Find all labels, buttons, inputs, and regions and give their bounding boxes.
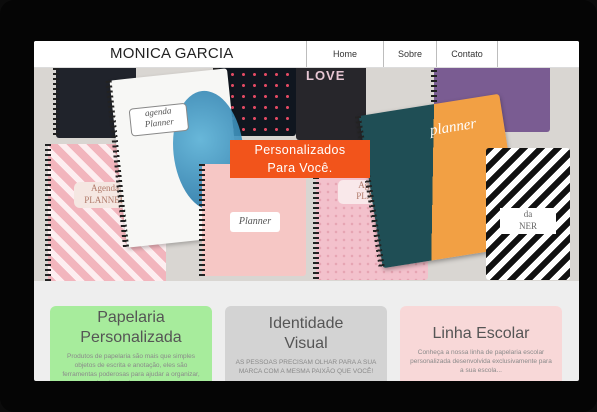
da-text: da — [523, 209, 533, 219]
nav-contato[interactable]: Contato — [436, 41, 498, 67]
site-header: MONICA GARCIA Home Sobre Contato — [34, 41, 579, 68]
planner-pink-label: Planner — [230, 212, 280, 232]
notebook-love: LOVE — [296, 68, 366, 140]
card-papelaria-title: Papelaria Personalizada — [80, 309, 182, 346]
brand-logo[interactable]: MONICA GARCIA — [110, 45, 233, 62]
card-escolar[interactable]: Linha Escolar Conheça a nossa linha de p… — [400, 306, 562, 381]
notebook-chevron: da NER — [486, 148, 570, 280]
browser-viewport: MONICA GARCIA Home Sobre Contato LOVE Ag… — [34, 41, 579, 381]
card-escolar-title: Linha Escolar — [432, 325, 530, 342]
hero-title: Personalizados Para Você. — [230, 140, 370, 178]
love-label: LOVE — [306, 68, 346, 83]
card-papelaria-text: Produtos de papelaria são mais que simpl… — [62, 353, 200, 381]
device-frame: MONICA GARCIA Home Sobre Contato LOVE Ag… — [0, 0, 597, 412]
hero-title-line2: Para Você. — [267, 161, 333, 175]
planner-dark-label: planner — [428, 115, 478, 139]
main-nav: Home Sobre Contato — [306, 41, 498, 67]
notebook-pink-geo: Planner — [199, 164, 306, 276]
card-identidade-text: AS PESSOAS PRECISAM OLHAR PARA A SUA MAR… — [235, 359, 377, 375]
ner-label: da NER — [500, 208, 556, 234]
ner-text: NER — [519, 221, 537, 231]
card-escolar-text: Conheça a nossa linha de papelaria escol… — [410, 349, 552, 374]
hero-title-line1: Personalizados — [254, 143, 346, 157]
card-identidade-title: Identidade Visual — [268, 315, 344, 352]
nav-home[interactable]: Home — [306, 41, 383, 67]
hero-banner: LOVE Agenda PLANNER agenda Planner Plann… — [34, 68, 579, 281]
card-papelaria[interactable]: Papelaria Personalizada Produtos de pape… — [50, 306, 212, 381]
nav-sobre[interactable]: Sobre — [383, 41, 436, 67]
card-identidade[interactable]: Identidade Visual AS PESSOAS PRECISAM OL… — [225, 306, 387, 381]
